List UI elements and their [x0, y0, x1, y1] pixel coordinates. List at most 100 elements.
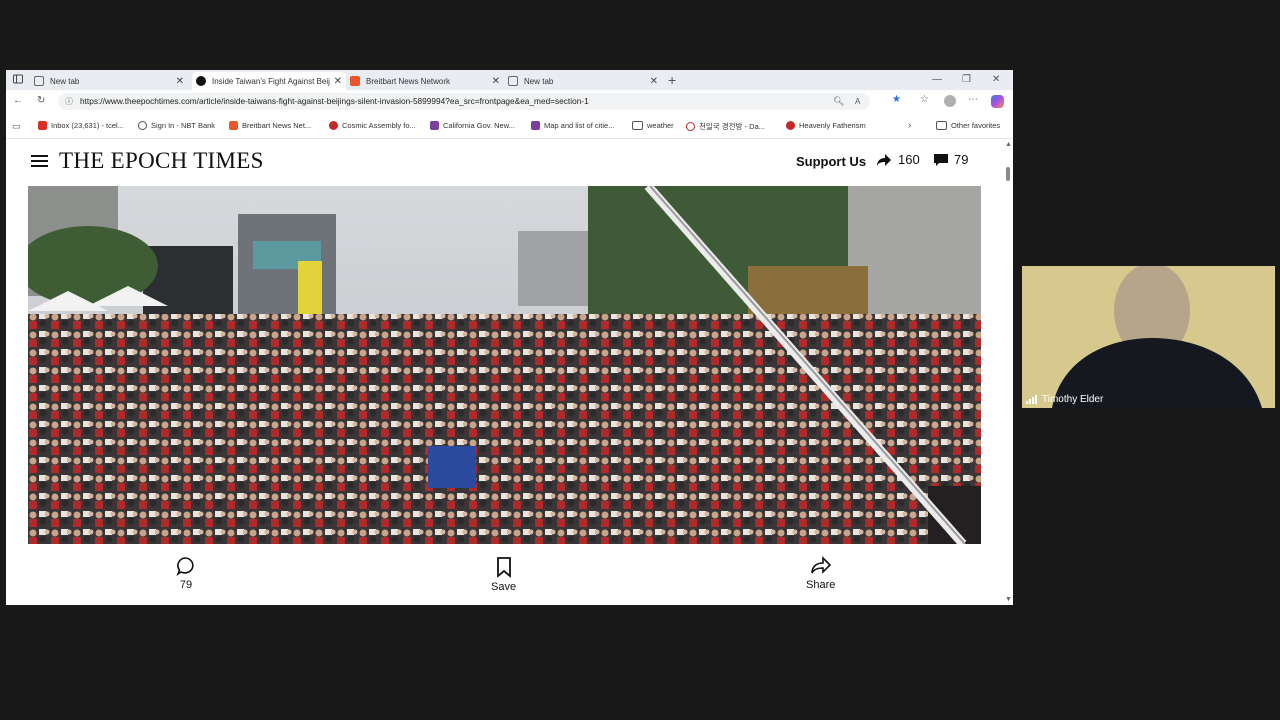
signal-bars-icon	[1026, 395, 1037, 404]
comments-count: 79	[179, 579, 193, 591]
copilot-icon[interactable]	[991, 95, 1004, 108]
share-label: Share	[806, 579, 836, 591]
bookmark-california[interactable]: California Gov. New...	[430, 121, 515, 130]
bookmark-label: weather	[647, 121, 674, 130]
more-menu-icon[interactable]: ⋯	[968, 94, 978, 105]
menu-icon[interactable]	[31, 155, 48, 167]
save-button[interactable]: Save	[491, 556, 516, 593]
address-toolbar: ← ↻ ⓘ https://www.theepochtimes.com/arti…	[6, 90, 1013, 114]
bookmark-cosmic[interactable]: Cosmic Assembly fo...	[329, 121, 416, 130]
share-arrow-icon	[877, 153, 891, 166]
comment-icon	[176, 557, 194, 577]
rally-crowd-image	[28, 186, 981, 544]
video-tile[interactable]: Timothy Elder	[1022, 266, 1275, 408]
site-header: THE EPOCH TIMES Support Us 160 79	[6, 139, 1013, 186]
bookmark-heavenly[interactable]: Heavenly Fatherism	[786, 121, 866, 130]
page-scrollbar[interactable]: ▲ ▼	[1003, 139, 1013, 605]
tab-new-1[interactable]: New tab ✕	[34, 72, 188, 90]
share-count-value: 160	[898, 152, 920, 167]
bookmark-nbt[interactable]: Sign In - NBT Bank	[138, 121, 215, 130]
bookmarks-bar: ▭ Inbox (23,631) - tcel... Sign In - NBT…	[6, 114, 1013, 139]
folder-icon	[936, 121, 947, 130]
tab-actions-icon[interactable]	[13, 74, 23, 87]
collections-icon[interactable]: ▭	[12, 121, 21, 132]
close-icon[interactable]: ✕	[650, 76, 658, 87]
page-icon	[34, 76, 44, 86]
bookmark-label: Sign In - NBT Bank	[151, 121, 216, 130]
tab-label: New tab	[524, 76, 554, 86]
tab-epoch-times[interactable]: Inside Taiwan's Fight Against Beij ✕	[192, 72, 346, 90]
bookmark-korean[interactable]: 천일국 경전방 - Da...	[686, 121, 765, 132]
tab-label: New tab	[50, 76, 80, 86]
news-icon	[430, 121, 439, 130]
url-text: https://www.theepochtimes.com/article/in…	[80, 96, 589, 106]
bookmark-label: Heavenly Fatherism	[799, 121, 866, 130]
article-photo	[28, 186, 981, 544]
comment-bubble-icon	[934, 153, 948, 166]
site-info-icon[interactable]: ⓘ	[65, 93, 73, 110]
tab-label: Inside Taiwan's Fight Against Beij	[212, 76, 330, 86]
favorites-icon[interactable]: ☆	[920, 94, 929, 105]
read-aloud-icon[interactable]: A	[855, 93, 860, 110]
article-action-bar: 79 Save Share	[6, 544, 1013, 605]
scroll-down-icon[interactable]: ▼	[1005, 596, 1012, 603]
close-icon[interactable]: ✕	[334, 76, 342, 87]
other-favorites[interactable]: Other favorites	[936, 121, 1000, 130]
bookmark-map[interactable]: Map and list of citie...	[531, 121, 614, 130]
participant-video	[1022, 266, 1275, 408]
bookmark-label: California Gov. New...	[443, 121, 515, 130]
bookmark-label: Breitbart News Net...	[242, 121, 312, 130]
new-tab-plus-icon[interactable]: +	[668, 72, 676, 88]
scroll-up-icon[interactable]: ▲	[1005, 141, 1012, 148]
window-close-icon[interactable]: ✕	[992, 74, 1000, 85]
breitbart-icon	[229, 121, 238, 130]
globe-icon	[138, 121, 147, 130]
support-us-link[interactable]: Support Us	[796, 154, 866, 169]
comments-button[interactable]: 79	[176, 556, 196, 591]
bookmark-breitbart[interactable]: Breitbart News Net...	[229, 121, 311, 130]
chevron-right-icon[interactable]: ›	[908, 120, 911, 131]
close-icon[interactable]: ✕	[176, 76, 184, 87]
bookmark-weather[interactable]: weather	[632, 121, 674, 130]
minimize-icon[interactable]: —	[932, 74, 942, 85]
tab-new-2[interactable]: New tab ✕	[508, 72, 662, 90]
epoch-times-icon	[196, 76, 206, 86]
share-icon	[810, 556, 831, 574]
cosmic-icon	[329, 121, 338, 130]
tab-bar: New tab ✕ Inside Taiwan's Fight Against …	[6, 70, 1013, 90]
comment-count-value: 79	[954, 152, 969, 167]
save-label: Save	[491, 581, 517, 593]
other-favorites-label: Other favorites	[951, 121, 1001, 130]
share-button[interactable]: Share	[806, 556, 835, 591]
address-bar[interactable]: ⓘ https://www.theepochtimes.com/article/…	[58, 93, 870, 110]
favorite-star-icon[interactable]: ★	[892, 94, 901, 105]
bookmark-label: Map and list of citie...	[544, 121, 615, 130]
bookmark-label: Inbox (23,631) - tcel...	[51, 121, 124, 130]
participant-name: Timothy Elder	[1042, 394, 1104, 405]
bookmark-label: 천일국 경전방 - Da...	[699, 122, 765, 131]
heart-icon	[786, 121, 795, 130]
bookmark-label: Cosmic Assembly fo...	[342, 121, 416, 130]
profile-avatar[interactable]	[944, 95, 956, 107]
folder-icon	[632, 121, 643, 130]
share-count[interactable]: 160	[876, 152, 920, 167]
gmail-icon	[38, 121, 47, 130]
zoom-icon[interactable]: 🔍︎	[833, 93, 844, 110]
breitbart-icon	[350, 76, 360, 86]
tab-breitbart[interactable]: Breitbart News Network ✕	[350, 72, 504, 90]
close-icon[interactable]: ✕	[492, 76, 500, 87]
bookmark-icon	[496, 557, 511, 578]
comment-count[interactable]: 79	[933, 152, 968, 167]
back-arrow-icon[interactable]: ←	[13, 95, 23, 106]
scroll-thumb[interactable]	[1006, 167, 1010, 181]
page-icon	[508, 76, 518, 86]
browser-window: New tab ✕ Inside Taiwan's Fight Against …	[6, 70, 1013, 605]
tab-label: Breitbart News Network	[366, 76, 451, 86]
bookmark-gmail[interactable]: Inbox (23,631) - tcel...	[38, 121, 124, 130]
site-logo[interactable]: THE EPOCH TIMES	[59, 148, 264, 174]
page-content: THE EPOCH TIMES Support Us 160 79 79 Sav…	[6, 139, 1013, 605]
maximize-icon[interactable]: ❐	[962, 74, 971, 85]
refresh-icon[interactable]: ↻	[37, 95, 45, 106]
site-icon	[686, 122, 695, 131]
map-icon	[531, 121, 540, 130]
